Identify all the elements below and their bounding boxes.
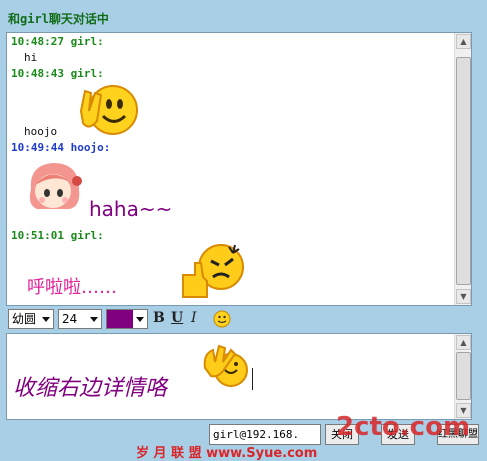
message-text: 呼啦啦…… <box>27 277 117 298</box>
font-select[interactable]: 幼圆 <box>8 309 54 329</box>
input-scrollbar[interactable]: ▲ ▼ <box>454 334 471 419</box>
chevron-down-icon <box>87 310 101 328</box>
message-header: 10:48:27 girl: <box>11 35 104 48</box>
chat-scrollbar[interactable]: ▲ ▼ <box>454 33 471 305</box>
smiley-ok-icon <box>203 344 248 387</box>
smiley-victory-icon <box>79 85 138 135</box>
message-text: hi <box>24 51 38 64</box>
extra-button[interactable]: 红黑聊盟 <box>437 424 479 445</box>
message-header: 10:49:44 hoojo: <box>11 141 111 154</box>
chat-history[interactable]: 10:48:27 girl: hi 10:48:43 girl: hoojo 1… <box>6 32 472 306</box>
scroll-down-button[interactable]: ▼ <box>456 403 471 418</box>
size-select-value: 24 <box>62 312 78 326</box>
message-text: haha~~ <box>89 197 173 221</box>
message-header: 10:51:01 girl: <box>11 229 104 242</box>
text-caret <box>252 368 253 390</box>
anime-girl-icon <box>29 163 82 209</box>
window-title: 和girl聊天对话中 <box>8 12 109 26</box>
send-button[interactable]: 发送 <box>381 424 415 445</box>
message-header: 10:48:43 girl: <box>11 67 104 80</box>
font-select-value: 幼圆 <box>12 312 37 326</box>
chevron-down-icon <box>133 310 147 328</box>
scroll-down-button[interactable]: ▼ <box>456 289 471 304</box>
underline-button[interactable]: U <box>171 310 183 326</box>
smiley-toolbar-icon[interactable] <box>213 310 231 328</box>
smiley-thumbsup-icon <box>182 244 244 298</box>
scroll-thumb[interactable] <box>456 352 471 400</box>
size-select[interactable]: 24 <box>58 309 102 329</box>
scroll-up-button[interactable]: ▲ <box>456 34 471 49</box>
scroll-up-button[interactable]: ▲ <box>456 335 471 350</box>
color-select[interactable] <box>106 309 148 329</box>
bold-button[interactable]: B <box>153 310 165 326</box>
chevron-down-icon <box>39 310 53 328</box>
italic-button[interactable]: I <box>191 310 197 326</box>
address-field[interactable]: girl@192.168. <box>209 424 321 445</box>
close-button[interactable]: 关闭 <box>325 424 359 445</box>
message-text: hoojo <box>24 125 58 138</box>
message-input[interactable]: 收缩右边详情咯 ▲ ▼ <box>6 333 472 420</box>
scroll-thumb[interactable] <box>456 57 471 285</box>
message-input-text: 收缩右边详情咯 <box>13 376 168 401</box>
